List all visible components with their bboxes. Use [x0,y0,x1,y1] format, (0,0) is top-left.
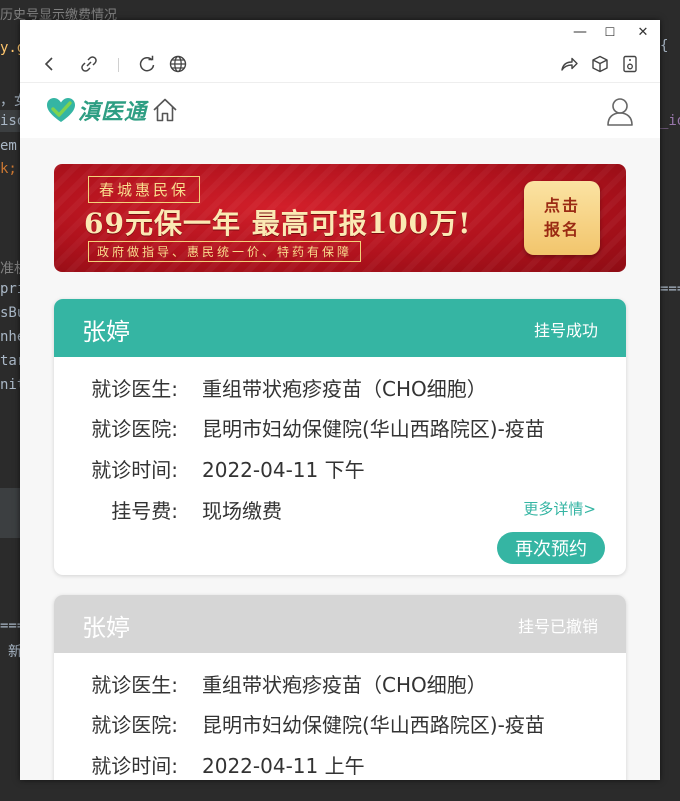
home-icon[interactable] [151,96,179,124]
time-value: 2022-04-11 上午 [202,754,365,778]
fee-label: 挂号费: [111,499,178,523]
audio-button[interactable] [619,53,641,75]
user-profile-icon[interactable] [606,97,634,127]
doctor-label: 就诊医生: [91,377,178,401]
hospital-label: 就诊医院: [91,417,178,441]
time-value: 2022-04-11 下午 [202,458,365,482]
globe-icon [169,55,187,73]
banner-subtitle: 政府做指导、惠民统一价、特药有保障 [88,241,362,262]
appointment-list-page: 春城惠民保 69元保一年 最高可报100万! 政府做指导、惠民统一价、特药有保障… [20,138,660,780]
close-button[interactable]: ✕ [633,22,653,42]
mini-program-button[interactable] [589,53,611,75]
link-icon [81,56,97,72]
open-in-browser-button[interactable] [167,53,189,75]
patient-name: 张婷 [82,318,130,346]
banner-cta-line: 点击 [543,196,580,215]
hospital-value: 昆明市妇幼保健院(华山西路院区)-疫苗 [202,713,545,737]
ide-panel-band [0,488,20,538]
browser-toolbar [20,44,660,82]
fee-row: 挂号费: 现场缴费 更多详情> [54,495,626,525]
maximize-button[interactable]: ☐ [600,22,620,42]
copy-link-button[interactable] [78,53,100,75]
fee-value: 现场缴费 [202,499,282,523]
app-window: — ☐ ✕ 滇医通 春城惠民保 69元保一年 最高可报100万! 政府做指导、惠… [20,20,660,780]
logo-text: 滇医通 [78,100,148,125]
hospital-label: 就诊医院: [91,713,178,737]
doctor-value: 重组带状疱疹疫苗（CHO细胞） [202,377,487,401]
banner-tag: 春城惠民保 [88,176,201,203]
appointment-card-header: 张婷 挂号已撤销 [54,595,626,653]
speaker-icon [623,55,637,73]
chevron-left-icon [44,57,53,71]
minimize-button[interactable]: — [570,22,590,42]
title-bar: — ☐ ✕ [20,20,660,44]
share-button[interactable] [558,53,580,75]
toolbar-divider [118,58,119,72]
share-icon [561,57,578,71]
rebook-button[interactable]: 再次预约 [497,532,605,564]
ide-text-line: k; [0,161,17,177]
ide-text-line: ==== [660,281,680,297]
ide-text-line: _id [660,113,680,129]
refresh-button[interactable] [136,53,158,75]
status-badge: 挂号已撤销 [517,617,598,636]
patient-name: 张婷 [82,614,130,642]
ide-text-line: { [660,38,669,54]
more-details-link[interactable]: 更多详情> [523,498,596,519]
time-label: 就诊时间: [91,458,178,482]
banner-signup-button[interactable]: 点击 报名 [524,181,600,255]
hospital-value: 昆明市妇幼保健院(华山西路院区)-疫苗 [202,417,545,441]
appointment-card-header: 张婷 挂号成功 [54,299,626,357]
doctor-label: 就诊医生: [91,673,178,697]
banner-cta-line: 报名 [543,220,580,239]
banner-headline: 69元保一年 最高可报100万! [84,207,472,240]
time-label: 就诊时间: [91,754,178,778]
heart-logo-icon [47,98,75,122]
appointment-card[interactable]: 张婷 挂号已撤销 就诊医生: 重组带状疱疹疫苗（CHO细胞） 就诊医院: 昆明市… [54,595,626,780]
refresh-icon [139,55,155,72]
appointment-card[interactable]: 张婷 挂号成功 就诊医生: 重组带状疱疹疫苗（CHO细胞） 就诊医院: 昆明市妇… [54,299,626,575]
status-badge: 挂号成功 [533,321,598,340]
site-header: 滇医通 [20,82,660,139]
site-logo[interactable]: 滇医通 [46,95,179,125]
cube-icon [592,55,608,73]
promo-banner[interactable]: 春城惠民保 69元保一年 最高可报100万! 政府做指导、惠民统一价、特药有保障… [54,164,626,272]
doctor-value: 重组带状疱疹疫苗（CHO细胞） [202,673,487,697]
back-button[interactable] [38,53,60,75]
